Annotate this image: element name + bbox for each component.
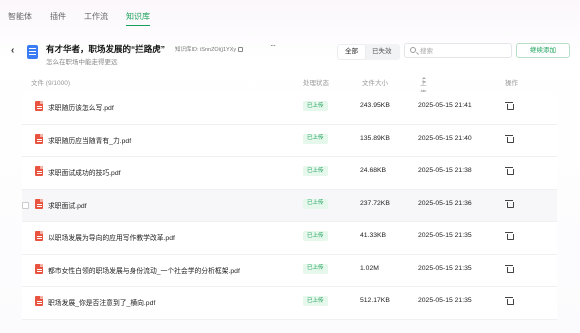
knowledge-base-subtitle: 怎么在职场中能走得更远	[46, 59, 118, 66]
search-input[interactable]	[420, 46, 508, 56]
knowledge-base-header: ‹ 有才华者，职场发展的“拦路虎” 怎么在职场中能走得更远 知识库ID: iSn…	[0, 40, 580, 70]
status-badge: 已上传	[303, 231, 328, 241]
header-action: 操作	[505, 80, 518, 87]
table-row[interactable]: 求职随历该怎么写.pdf 已上传 243.95KB 2025-05-15 21:…	[22, 92, 557, 125]
filter-all[interactable]: 全部	[338, 45, 365, 59]
search-icon	[410, 47, 416, 53]
status-badge: 已上传	[303, 133, 328, 144]
upload-time: 2025-05-15 21:41	[418, 102, 472, 109]
tab-plugins[interactable]: 插件	[50, 10, 66, 24]
upload-time: 2025-05-15 21:36	[418, 199, 472, 207]
back-chevron-icon[interactable]: ‹	[11, 45, 14, 56]
file-size: 41.33KB	[360, 232, 387, 239]
file-name[interactable]: 以职场发展为导向的应用写作教学改革.pdf	[48, 232, 175, 242]
file-name[interactable]: 都市女性白领的职场发展与身份流动_一个社会学的分析框架.pdf	[48, 265, 240, 275]
pdf-file-icon	[35, 231, 43, 241]
pdf-file-icon	[35, 198, 43, 209]
more-options-icon[interactable]: ···	[270, 41, 276, 50]
upload-time: 2025-05-15 21:35	[418, 264, 472, 272]
delete-icon[interactable]	[505, 102, 514, 110]
knowledge-base-title: 有才华者，职场发展的“拦路虎”	[46, 44, 166, 54]
table-row[interactable]: 职场发展_你是否注意到了_横向.pdf 已上传 512.17KB 2025-05…	[22, 287, 557, 320]
pdf-file-icon	[35, 263, 43, 274]
delete-icon[interactable]	[505, 167, 514, 175]
sort-icon[interactable]	[422, 77, 426, 83]
copy-icon[interactable]	[238, 46, 244, 52]
tab-agents[interactable]: 智能体	[8, 10, 32, 24]
file-name[interactable]: 求职面试成功的技巧.pdf	[48, 167, 121, 177]
pdf-file-icon	[35, 133, 43, 144]
status-badge: 已上传	[303, 166, 328, 176]
continue-add-button[interactable]: 继续添加	[516, 43, 570, 58]
filter-invalid[interactable]: 已失效	[365, 45, 399, 59]
table-row[interactable]: 求职面试成功的技巧.pdf 已上传 24.68KB 2025-05-15 21:…	[22, 157, 557, 190]
status-badge: 已上传	[303, 198, 328, 209]
table-row[interactable]: 以职场发展为导向的应用写作教学改革.pdf 已上传 41.33KB 2025-0…	[22, 222, 557, 255]
status-badge: 已上传	[303, 296, 328, 306]
upload-time: 2025-05-15 21:40	[418, 134, 472, 142]
table-row[interactable]: 求职随历应当随青有_力.pdf 已上传 135.89KB 2025-05-15 …	[22, 124, 557, 157]
file-size: 237.72KB	[360, 199, 390, 207]
tab-knowledge-base[interactable]: 知识库	[126, 10, 150, 26]
row-checkbox[interactable]	[22, 201, 29, 209]
status-badge: 已上传	[303, 101, 328, 111]
top-tabs: 智能体 插件 工作流 知识库	[8, 10, 168, 26]
upload-time: 2025-05-15 21:35	[418, 297, 472, 304]
pdf-file-icon	[35, 101, 43, 111]
file-name[interactable]: 求职随历应当随青有_力.pdf	[48, 135, 131, 145]
file-size: 1.02M	[360, 264, 379, 272]
status-badge: 已上传	[303, 263, 328, 274]
delete-icon[interactable]	[505, 199, 514, 208]
knowledge-base-id-text: 知识库ID: iSnnZOi(j1YXy	[175, 47, 237, 53]
delete-icon[interactable]	[505, 264, 514, 273]
header-size: 文件大小	[362, 80, 388, 87]
header-status: 处理状态	[303, 80, 329, 87]
tab-workflow[interactable]: 工作流	[84, 10, 108, 24]
file-name[interactable]: 求职面试.pdf	[48, 200, 87, 210]
table-row[interactable]: 求职面试.pdf 已上传 237.72KB 2025-05-15 21:36	[22, 189, 557, 222]
knowledge-base-id: 知识库ID: iSnnZOi(j1YXy	[175, 45, 244, 53]
knowledge-base-icon	[27, 45, 38, 59]
upload-time: 2025-05-15 21:35	[418, 232, 472, 239]
file-list: 求职随历该怎么写.pdf 已上传 243.95KB 2025-05-15 21:…	[22, 92, 557, 320]
table-header: 文件 (9/1000) 处理状态 文件大小 上传时间 操作	[0, 77, 580, 117]
delete-icon[interactable]	[505, 232, 514, 240]
delete-icon[interactable]	[505, 297, 514, 305]
pdf-file-icon	[35, 296, 43, 306]
status-filter: 全部 已失效	[337, 44, 400, 60]
file-size: 135.89KB	[360, 134, 390, 142]
file-name[interactable]: 求职随历该怎么写.pdf	[48, 102, 114, 112]
delete-icon[interactable]	[505, 134, 514, 143]
file-size: 243.95KB	[360, 102, 390, 109]
search-box	[404, 43, 512, 58]
file-size: 24.68KB	[360, 167, 387, 174]
file-size: 512.17KB	[360, 297, 390, 304]
header-file: 文件 (9/1000)	[31, 80, 71, 87]
file-name[interactable]: 职场发展_你是否注意到了_横向.pdf	[48, 297, 155, 307]
pdf-file-icon	[35, 166, 43, 176]
table-row[interactable]: 都市女性白领的职场发展与身份流动_一个社会学的分析框架.pdf 已上传 1.02…	[22, 254, 557, 287]
upload-time: 2025-05-15 21:38	[418, 167, 472, 174]
